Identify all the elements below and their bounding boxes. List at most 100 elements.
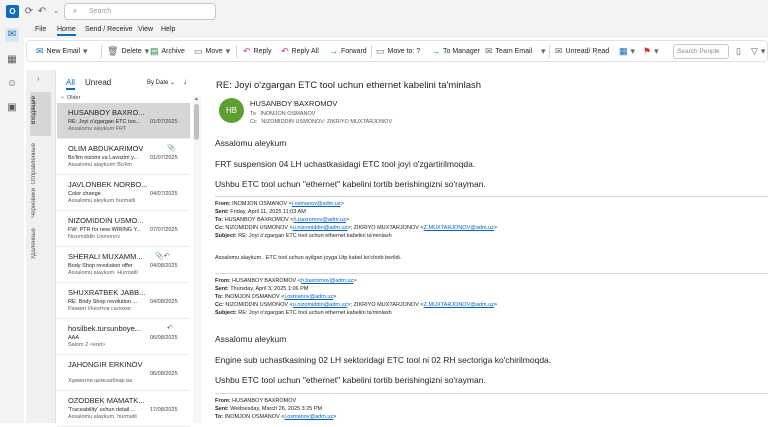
menu-send-receive[interactable]: Send / Receive — [85, 26, 132, 33]
to-label: To: — [215, 414, 224, 420]
divider — [371, 45, 372, 58]
apps-icon[interactable]: ▣ — [5, 101, 19, 115]
sync-icon[interactable]: ⟳ — [23, 6, 35, 18]
message-sender: JAVLONBEK NORBO... — [68, 180, 148, 189]
new-email-icon: ✉ — [36, 46, 44, 56]
list-item[interactable]: JAHONGIR ERKINOV Хурматли цемсазблар ва 06… — [57, 355, 190, 391]
quoted-sent: Sent: Friday, April 11, 2025 11:03 AM — [215, 209, 306, 215]
quoted-to: To: INOMJON OSMANOV <i.osmanov@adm.uz> — [215, 294, 336, 300]
message-date: 04/07/2025 — [150, 191, 178, 197]
email-link[interactable]: i.osmanov@adm.uz — [284, 294, 333, 300]
email-link[interactable]: h.baxromov@adm.uz — [301, 278, 353, 284]
email-link[interactable]: h.baxromov@adm.uz — [294, 217, 346, 223]
cc-line: Cc NIZOMIDDIN USMONOV; ZIKRIYO MUXTARJON… — [250, 119, 392, 125]
list-item[interactable]: JAVLONBEK NORBO... Color change Assalomu a… — [57, 175, 190, 211]
sender-name[interactable]: HUSANBOY BAXROMOV — [250, 99, 337, 108]
scroll-up-icon[interactable]: ▲ — [194, 96, 199, 102]
unread-read-button[interactable]: ✉ Unread/ Read — [555, 46, 609, 57]
reply-all-label: Reply All — [291, 48, 319, 55]
email-link[interactable]: i.osmanov@adm.uz — [292, 201, 341, 207]
list-item[interactable]: SHUXRATBEK JABB... RE: Body Shop revoluti… — [57, 283, 190, 319]
message-preview: Assalomu alaykum! Bo'lim — [68, 162, 133, 168]
body-greeting: Assalomu aleykum — [215, 334, 287, 344]
message-date: 06/08/2025 — [150, 335, 178, 341]
menu-home[interactable]: Home — [57, 26, 76, 36]
menu-file[interactable]: File — [35, 26, 46, 33]
list-item[interactable]: HUSANBOY BAXRO... RE: Joyi o'zgargan ETC … — [57, 103, 190, 139]
sent-date: Wednesday, March 26, 2025 3:25 PM — [230, 406, 323, 412]
email-link[interactable]: u.nizomiddin@adm.uz — [293, 302, 348, 308]
sort-by-date[interactable]: By Date ⌄ — [147, 79, 175, 86]
folder-drafts[interactable]: Черновики — [31, 188, 37, 218]
address-book-button[interactable]: ▯ — [736, 46, 741, 57]
list-item[interactable]: NIZOMIDDIN USMO... FW: PTR for new WIRING… — [57, 211, 190, 247]
expand-chevron-icon[interactable]: › — [37, 76, 39, 83]
quicksteps-dropdown[interactable]: ▾ — [541, 46, 546, 57]
email-link[interactable]: Z.MUXTARJONOV@adm.uz — [424, 302, 494, 308]
search-people-input[interactable]: Search People — [673, 44, 729, 59]
categorize-button[interactable]: ▦ ▾ — [619, 46, 635, 57]
folder-inbox[interactable]: Входящие — [31, 96, 37, 124]
group-header[interactable]: ⌄ Older — [57, 94, 194, 103]
list-item[interactable]: OZODBEK MAMATK... 'Traceability' uchun de… — [57, 391, 190, 427]
cc-label: Cc: — [215, 302, 224, 308]
menu-help[interactable]: Help — [161, 26, 175, 33]
quoted-from: From: INOMJON OSMANOV <i.osmanov@adm.uz> — [215, 201, 344, 207]
tab-all[interactable]: All — [66, 78, 75, 90]
sort-direction-icon[interactable]: ↓ — [183, 77, 187, 86]
folder-deleted[interactable]: Удаленные — [31, 228, 37, 259]
reply-all-button[interactable]: ↶ Reply All — [281, 46, 319, 57]
sort-label: By Date — [147, 80, 169, 86]
menu-view[interactable]: View — [138, 26, 153, 33]
quoted-to: To: INOMJON OSMANOV <i.osmanov@adm.uz> — [215, 414, 336, 420]
quickstep-move-to[interactable]: ▭ Move to: ? — [376, 46, 420, 57]
mail-icon[interactable]: ✉ — [5, 28, 19, 42]
delete-button[interactable]: 🗑 Delete ▾ — [107, 46, 149, 57]
email-link[interactable]: i.osmanov@adm.uz — [284, 414, 333, 420]
new-email-button[interactable]: ✉ New Email ▾ — [36, 46, 88, 57]
flag-button[interactable]: ⚑ ▾ — [643, 46, 659, 57]
archive-button[interactable]: ▤ Archive — [150, 46, 185, 57]
list-item[interactable]: OLIM ABDUKARIMOV Bo'lim nizomi va Lavozim… — [57, 139, 190, 175]
sent-label: Sent: — [215, 286, 229, 292]
filter-icon: ▽ — [751, 46, 758, 56]
subject-label: Subject: — [215, 310, 237, 316]
people-icon[interactable]: ☺ — [5, 77, 19, 91]
quickstep-team-email[interactable]: ✉ Team Email — [485, 46, 532, 57]
scrollbar-thumb[interactable] — [194, 104, 199, 140]
list-item[interactable]: SHERALI MUXAMM... Body Shop revolution of… — [57, 247, 190, 283]
chevron-down-icon[interactable]: ⌄ — [50, 6, 62, 18]
undo-icon[interactable]: ↶ — [36, 6, 48, 18]
folder-sent[interactable]: Отправленные — [31, 143, 37, 185]
message-preview: Salom 2 <end> — [68, 342, 106, 348]
from-label: From: — [215, 201, 231, 207]
quoted-from: From: HUSANBOY BAXROMOV — [215, 398, 296, 404]
move-button[interactable]: ▭ Move ▾ — [194, 46, 230, 57]
archive-icon: ▤ — [150, 46, 159, 56]
forward-button[interactable]: → Forward — [329, 46, 367, 56]
sent-label: Sent: — [215, 406, 229, 412]
email-link[interactable]: u.nizomiddin@adm.uz — [293, 225, 348, 231]
email-link[interactable]: Z.MUXTARJONOV@adm.uz — [424, 225, 494, 231]
cc-recipients[interactable]: NIZOMIDDIN USMONOV; ZIKRIYO MUXTARJONOV — [261, 119, 392, 125]
quoted-sent: Sent: Thursday, April 3, 2025 1:06 PM — [215, 286, 308, 292]
calendar-icon[interactable]: ▦ — [5, 53, 19, 67]
bracket: > — [333, 414, 337, 420]
search-box[interactable]: ⌕ Search — [64, 3, 216, 20]
divider — [215, 393, 768, 394]
reply-button[interactable]: ↶ Reply — [243, 46, 271, 57]
cc-name: NIZOMIDDIN USMONOV < — [225, 302, 293, 308]
quoted-sent: Sent: Wednesday, March 26, 2025 3:25 PM — [215, 406, 322, 412]
list-item[interactable]: hosilbek.tursunboye... AAA Salom 2 <end> 06… — [57, 319, 190, 355]
message-preview: Рахмат Иноятов салохат — [68, 306, 132, 312]
quickstep-to-manager[interactable]: → To Manager — [431, 46, 480, 56]
filter-button[interactable]: ▽ ▾ — [751, 46, 765, 57]
divider — [236, 45, 237, 58]
from-name: HUSANBOY BAXROMOV — [232, 398, 297, 404]
list-scrollbar[interactable]: ▲ — [193, 96, 201, 423]
message-subject-line: RE: Joyi o'zgargan ETC too... — [68, 119, 141, 125]
tab-unread[interactable]: Unread — [85, 78, 111, 87]
avatar[interactable]: HB — [219, 98, 244, 123]
message-subject-line: FW: PTR for new WIRING Y... — [68, 227, 142, 233]
to-recipient[interactable]: INOMJON OSMANOV — [260, 111, 315, 117]
